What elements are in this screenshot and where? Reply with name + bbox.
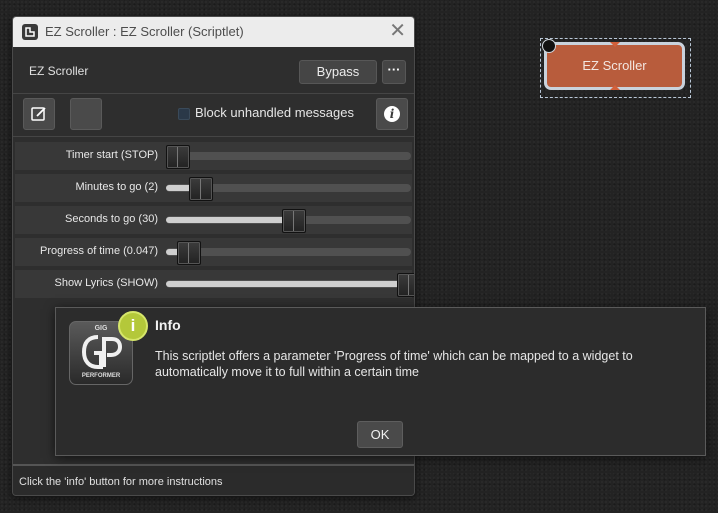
midi-badge-icon [542,39,556,53]
slider-thumb[interactable] [281,209,306,233]
param-row: Show Lyrics (SHOW) [15,270,414,298]
edit-icon [31,107,46,121]
param-slider[interactable] [166,145,411,169]
slider-thumb[interactable] [397,273,414,297]
window-title: EZ Scroller : EZ Scroller (Scriptlet) [45,24,244,39]
close-icon[interactable]: ✕ [389,20,406,42]
slider-thumb[interactable] [176,241,201,265]
window-titlebar[interactable]: EZ Scroller : EZ Scroller (Scriptlet) ✕ [13,17,414,47]
slider-fill [166,281,408,287]
param-row: Seconds to go (30) [15,206,412,234]
status-text: Click the 'info' button for more instruc… [19,476,223,488]
edit-script-button[interactable] [23,98,55,130]
dialog-title: Info [155,317,181,333]
ez-scroller-block[interactable]: EZ Scroller [544,42,685,90]
param-slider[interactable] [166,273,414,297]
bypass-button[interactable]: Bypass [299,60,377,84]
block-output-pin[interactable] [610,85,620,90]
ok-button[interactable]: OK [357,421,403,448]
param-row: Minutes to go (2) [15,174,412,202]
param-label: Timer start (STOP) [65,149,158,161]
block-unhandled-label: Block unhandled messages [195,105,354,120]
info-badge-icon: i [118,311,148,341]
blank-toolbar-button[interactable] [70,98,102,130]
slider-thumb[interactable] [166,145,190,169]
param-slider[interactable] [166,177,411,201]
param-row: Progress of time (0.047) [15,238,412,266]
slider-thumb[interactable] [189,177,214,201]
info-icon: i [384,106,400,122]
block-unhandled-checkbox[interactable] [178,108,190,120]
param-label: Show Lyrics (SHOW) [54,277,159,289]
info-button[interactable]: i [376,98,408,130]
divider [13,93,414,94]
block-input-pin[interactable] [610,42,620,47]
divider [13,136,414,137]
slider-fill [166,217,293,223]
gig-performer-app-icon [22,24,38,40]
more-options-button[interactable]: ··· [382,60,406,84]
param-label: Seconds to go (30) [65,213,158,225]
param-label: Progress of time (0.047) [40,245,158,257]
param-slider[interactable] [166,209,411,233]
info-dialog: GIG PERFORMER i Info This scriptlet offe… [55,307,706,456]
param-label: Minutes to go (2) [75,181,158,193]
logo-bottom-text: PERFORMER [81,373,121,379]
param-row: Timer start (STOP) [15,142,412,170]
dialog-message: This scriptlet offers a parameter 'Progr… [155,349,633,379]
plugin-name-label: EZ Scroller [29,64,89,78]
status-bar: Click the 'info' button for more instruc… [13,464,414,495]
param-slider[interactable] [166,241,411,265]
